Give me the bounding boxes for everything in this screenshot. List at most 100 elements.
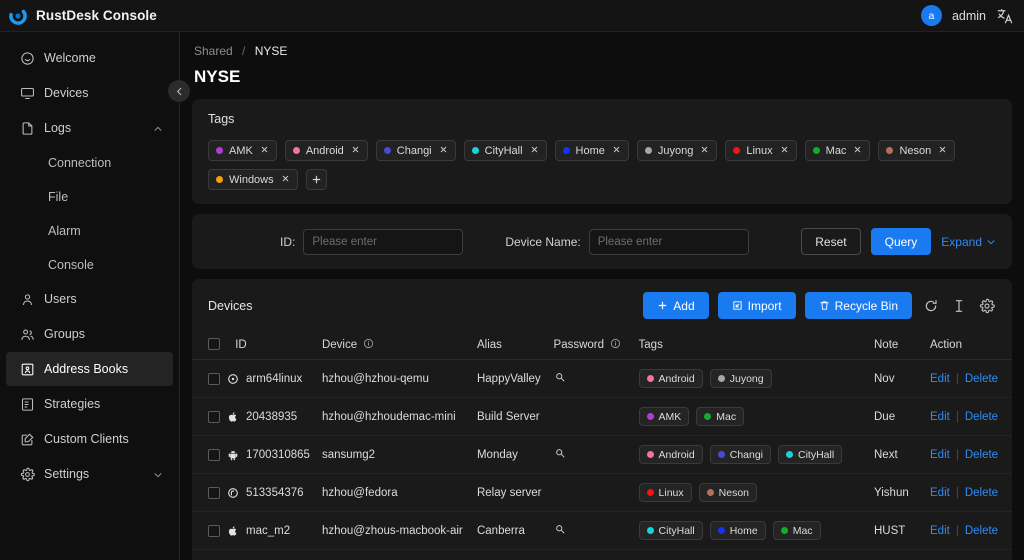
import-button[interactable]: Import [717, 292, 796, 319]
tag-remove-button[interactable] [351, 145, 360, 157]
action-separator: | [955, 448, 959, 461]
refresh-icon[interactable] [921, 296, 940, 315]
table-row[interactable]: mac_m2 hzhou@zhous-macbook-air Canberra Cit… [192, 511, 1012, 550]
id-input[interactable] [303, 228, 464, 255]
tag-remove-button[interactable] [780, 145, 789, 157]
table-row[interactable]: arm64linux hzhou@hzhou-qemu HappyValley And… [192, 359, 1012, 398]
row-tag[interactable]: Mac [772, 521, 821, 540]
tag-color-dot [780, 527, 788, 534]
row-checkbox[interactable] [208, 410, 220, 423]
row-tag[interactable]: Changi [709, 445, 772, 464]
edit-link[interactable]: Edit [930, 449, 950, 461]
tag-remove-button[interactable] [700, 145, 709, 157]
edit-link[interactable]: Edit [930, 411, 950, 423]
table-row[interactable]: 1700310865 sansumg2 Monday Android Changi Cit… [192, 435, 1012, 474]
device-name-field-group: Device Name: [505, 228, 749, 255]
sidebar-item-devices[interactable]: Devices [6, 76, 173, 110]
tag-remove-button[interactable] [439, 145, 448, 157]
delete-link[interactable]: Delete [965, 411, 998, 423]
row-tag[interactable]: Android [638, 445, 703, 464]
tag-chip[interactable]: AMK [208, 140, 277, 161]
add-button[interactable]: Add [643, 292, 709, 319]
expand-label: Expand [941, 234, 982, 249]
delete-link[interactable]: Delete [965, 525, 998, 537]
sidebar-item-groups[interactable]: Groups [6, 317, 173, 351]
table-row[interactable]: 20438935 hzhou@hzhoudemac-mini Build Serve… [192, 397, 1012, 436]
sidebar-item-alarm[interactable]: Alarm [6, 214, 173, 247]
reset-button[interactable]: Reset [801, 228, 861, 255]
sidebar-item-logs[interactable]: Logs [6, 111, 173, 145]
delete-link[interactable]: Delete [965, 449, 998, 461]
magnifier-icon [555, 449, 565, 458]
delete-link[interactable]: Delete [965, 373, 998, 385]
sidebar-item-users[interactable]: Users [6, 282, 173, 316]
gear-icon[interactable] [977, 296, 996, 315]
sidebar-item-strategies[interactable]: Strategies [6, 387, 173, 421]
row-tag[interactable]: CityHall [778, 445, 843, 464]
row-tag[interactable]: Android [638, 369, 703, 388]
sidebar-collapse-button[interactable] [168, 80, 190, 102]
sidebar-item-connection[interactable]: Connection [6, 146, 173, 179]
edit-square-icon [20, 432, 35, 447]
row-tag[interactable]: Mac [696, 407, 745, 426]
row-tag[interactable]: Juyong [709, 369, 772, 388]
sidebar-label: Custom Clients [44, 432, 129, 446]
row-tag[interactable]: Linux [638, 483, 692, 502]
devices-toolbar: Devices Add Import Recycle Bin [192, 279, 1012, 331]
breadcrumb-separator: / [242, 44, 246, 58]
tag-color-dot [717, 451, 725, 458]
sidebar-item-settings[interactable]: Settings [6, 457, 173, 491]
tag-chip[interactable]: Changi [375, 140, 456, 161]
row-tag[interactable]: CityHall [638, 521, 703, 540]
tag-remove-button[interactable] [530, 145, 539, 157]
tag-remove-button[interactable] [281, 174, 290, 186]
delete-link[interactable]: Delete [965, 487, 998, 499]
sidebar-item-custom-clients[interactable]: Custom Clients [6, 422, 173, 456]
sidebar-item-console[interactable]: Console [6, 248, 173, 281]
recycle-bin-button[interactable]: Recycle Bin [804, 292, 912, 319]
tag-remove-button[interactable] [853, 145, 862, 157]
edit-link[interactable]: Edit [930, 487, 950, 499]
row-tag[interactable]: AMK [638, 407, 690, 426]
sidebar-item-welcome[interactable]: Welcome [6, 41, 173, 75]
row-checkbox[interactable] [208, 524, 220, 537]
sidebar-label: Users [44, 292, 77, 306]
row-checkbox[interactable] [208, 372, 220, 385]
select-all-checkbox[interactable] [208, 338, 220, 350]
tag-chip[interactable]: Linux [725, 140, 797, 161]
translate-icon[interactable] [996, 7, 1014, 25]
tag-color-dot [646, 451, 654, 458]
cell-note: Due [868, 397, 924, 436]
tag-chip[interactable]: CityHall [463, 140, 547, 161]
tag-chip[interactable]: Windows [208, 169, 298, 190]
tag-label: Changi [729, 448, 764, 461]
row-checkbox[interactable] [208, 448, 220, 461]
breadcrumb-root[interactable]: Shared [194, 44, 233, 58]
add-tag-button[interactable] [305, 169, 327, 190]
row-tag[interactable]: Home [709, 521, 766, 540]
edit-link[interactable]: Edit [930, 373, 950, 385]
sidebar-item-address-books[interactable]: Address Books [6, 352, 173, 386]
tag-chip[interactable]: Mac [804, 140, 871, 161]
tag-remove-button[interactable] [612, 145, 621, 157]
tag-chip[interactable]: Android [284, 140, 368, 161]
username-label[interactable]: admin [952, 9, 986, 23]
edit-link[interactable]: Edit [930, 525, 950, 537]
device-name-input[interactable] [588, 228, 749, 255]
row-checkbox[interactable] [208, 486, 220, 499]
row-tag[interactable]: Neson [698, 483, 757, 502]
tag-remove-button[interactable] [938, 145, 947, 157]
sidebar-item-file[interactable]: File [6, 180, 173, 213]
row-height-icon[interactable] [949, 296, 968, 315]
tag-chip[interactable]: Home [554, 140, 629, 161]
breadcrumb-current: NYSE [254, 44, 288, 58]
cell-password [547, 473, 633, 512]
expand-toggle[interactable]: Expand [941, 235, 996, 249]
tag-chip[interactable]: Neson [878, 140, 956, 161]
query-button[interactable]: Query [870, 228, 932, 255]
tag-remove-button[interactable] [260, 145, 269, 157]
avatar[interactable]: a [920, 5, 942, 26]
tag-chip[interactable]: Juyong [636, 140, 718, 161]
tag-color-dot [646, 413, 654, 420]
table-row[interactable]: 513354376 hzhou@fedora Relay server Linux Ne… [192, 473, 1012, 512]
